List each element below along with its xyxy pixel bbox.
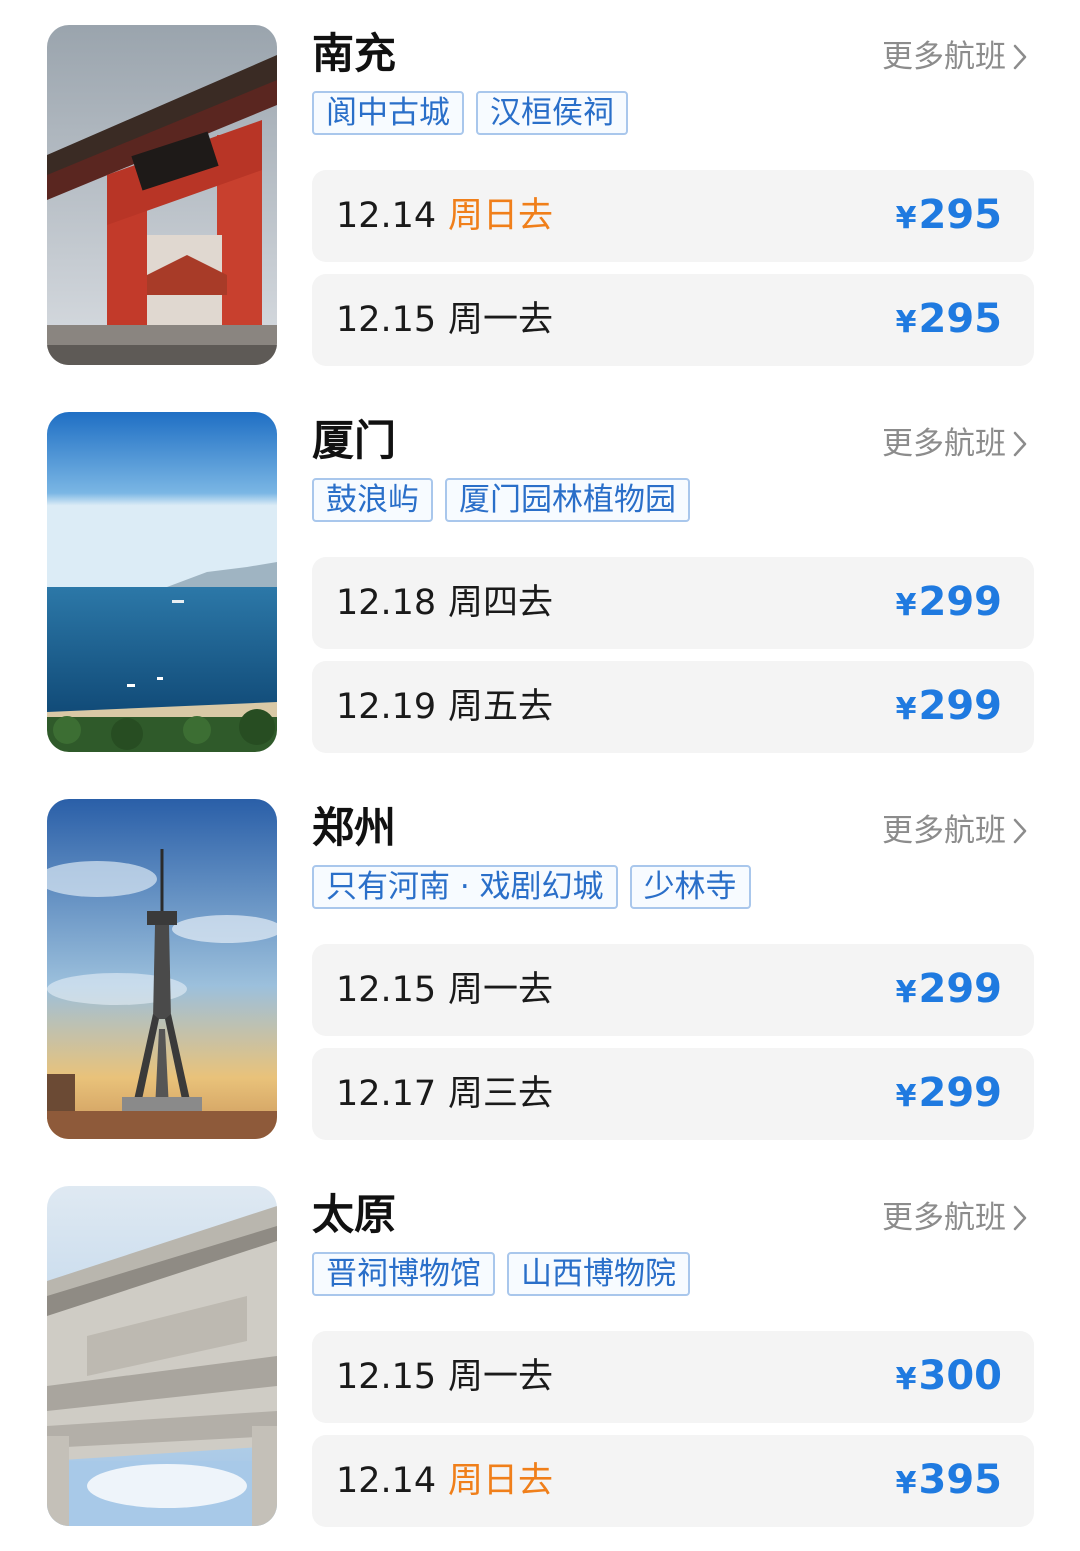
chevron-right-icon	[1013, 44, 1027, 70]
currency-symbol: ¥	[895, 201, 917, 236]
flight-price: ¥299	[896, 577, 1002, 631]
flight-option-row[interactable]: 12.18 周四去 ¥299	[312, 557, 1034, 649]
currency-symbol: ¥	[895, 1362, 917, 1397]
chevron-right-icon	[1013, 818, 1027, 844]
flight-option-row[interactable]: 12.17 周三去 ¥299	[312, 1048, 1034, 1140]
currency-symbol: ¥	[895, 1466, 917, 1501]
flight-option-row[interactable]: 12.15 周一去 ¥300	[312, 1331, 1034, 1423]
more-flights-link[interactable]: 更多航班	[882, 811, 1028, 851]
flight-date: 12.15	[336, 970, 437, 1010]
chevron-right-icon	[1013, 1205, 1027, 1231]
sea-view-image	[47, 412, 277, 752]
destination-card-taiyuan[interactable]: 太原 更多航班 晋祠博物馆 山西博物院 12.15 周一去 ¥300 12.14…	[0, 1186, 1080, 1528]
more-flights-label: 更多航班	[882, 813, 1006, 849]
flight-weekday: 周三去	[448, 1074, 554, 1114]
more-flights-link[interactable]: 更多航班	[882, 424, 1028, 464]
destination-card-nanchong[interactable]: 南充 更多航班 阆中古城 汉桓侯祠 12.14 周日去 ¥295 12.15 周…	[0, 25, 1080, 367]
currency-symbol: ¥	[895, 975, 917, 1010]
attraction-tags: 只有河南 · 戏剧幻城 少林寺	[312, 865, 751, 909]
attraction-tag[interactable]: 厦门园林植物园	[445, 478, 690, 522]
attraction-tag[interactable]: 晋祠博物馆	[312, 1252, 495, 1296]
price-value: 299	[918, 966, 1003, 1012]
currency-symbol: ¥	[895, 692, 917, 727]
flight-option-row[interactable]: 12.15 周一去 ¥299	[312, 944, 1034, 1036]
more-flights-label: 更多航班	[882, 39, 1006, 75]
attraction-tag[interactable]: 山西博物院	[507, 1252, 690, 1296]
city-name: 郑州	[312, 803, 397, 852]
flight-weekday: 周一去	[448, 970, 554, 1010]
city-name: 南充	[312, 29, 397, 78]
flight-option-row[interactable]: 12.15 周一去 ¥295	[312, 274, 1034, 366]
destination-card-xiamen[interactable]: 厦门 更多航班 鼓浪屿 厦门园林植物园 12.18 周四去 ¥299 12.19…	[0, 412, 1080, 754]
flight-date: 12.17	[336, 1074, 437, 1114]
destination-photo[interactable]	[47, 1186, 277, 1526]
price-value: 299	[918, 1070, 1003, 1116]
flight-weekday: 周五去	[448, 687, 554, 727]
more-flights-label: 更多航班	[882, 1200, 1006, 1236]
price-value: 395	[918, 1457, 1003, 1503]
flight-date: 12.14	[336, 196, 437, 236]
attraction-tag[interactable]: 少林寺	[629, 865, 751, 909]
tv-tower-image	[47, 799, 277, 1139]
flight-weekday: 周一去	[448, 1357, 554, 1397]
price-value: 295	[918, 192, 1003, 238]
flight-price: ¥299	[896, 1068, 1002, 1122]
currency-symbol: ¥	[895, 1079, 917, 1114]
attraction-tags: 晋祠博物馆 山西博物院	[312, 1252, 690, 1296]
attraction-tag[interactable]: 汉桓侯祠	[476, 91, 628, 135]
flight-date: 12.14	[336, 1461, 437, 1501]
attraction-tag[interactable]: 鼓浪屿	[312, 478, 433, 522]
flight-weekday: 周四去	[448, 583, 554, 623]
currency-symbol: ¥	[895, 305, 917, 340]
flight-option-row[interactable]: 12.14 周日去 ¥395	[312, 1435, 1034, 1527]
flight-date: 12.15	[336, 300, 437, 340]
price-value: 300	[918, 1353, 1003, 1399]
destination-list: 南充 更多航班 阆中古城 汉桓侯祠 12.14 周日去 ¥295 12.15 周…	[0, 0, 1080, 1551]
stone-arch-image	[47, 1186, 277, 1526]
chevron-right-icon	[1013, 431, 1027, 457]
attraction-tag[interactable]: 只有河南 · 戏剧幻城	[312, 865, 618, 909]
flight-date: 12.19	[336, 687, 437, 727]
flight-date: 12.15	[336, 1357, 437, 1397]
price-value: 299	[918, 683, 1003, 729]
flight-weekday: 周日去	[448, 196, 554, 236]
flight-price: ¥299	[896, 681, 1002, 735]
flight-option-row[interactable]: 12.19 周五去 ¥299	[312, 661, 1034, 753]
flight-price: ¥295	[896, 294, 1002, 348]
flight-price: ¥300	[896, 1351, 1002, 1405]
price-value: 295	[918, 296, 1003, 342]
currency-symbol: ¥	[895, 588, 917, 623]
price-value: 299	[918, 579, 1003, 625]
attraction-tags: 鼓浪屿 厦门园林植物园	[312, 478, 690, 522]
flight-price: ¥299	[896, 964, 1002, 1018]
red-gate-image	[47, 25, 277, 365]
flight-price: ¥395	[896, 1455, 1002, 1509]
flight-option-row[interactable]: 12.14 周日去 ¥295	[312, 170, 1034, 262]
more-flights-link[interactable]: 更多航班	[882, 1198, 1028, 1238]
flight-weekday: 周日去	[448, 1461, 554, 1501]
city-name: 太原	[312, 1190, 397, 1239]
city-name: 厦门	[312, 416, 397, 465]
destination-photo[interactable]	[47, 25, 277, 365]
destination-card-zhengzhou[interactable]: 郑州 更多航班 只有河南 · 戏剧幻城 少林寺 12.15 周一去 ¥299 1…	[0, 799, 1080, 1141]
destination-photo[interactable]	[47, 412, 277, 752]
flight-date: 12.18	[336, 583, 437, 623]
more-flights-label: 更多航班	[882, 426, 1006, 462]
attraction-tag[interactable]: 阆中古城	[312, 91, 464, 135]
more-flights-link[interactable]: 更多航班	[882, 37, 1028, 77]
destination-photo[interactable]	[47, 799, 277, 1139]
attraction-tags: 阆中古城 汉桓侯祠	[312, 91, 628, 135]
flight-weekday: 周一去	[448, 300, 554, 340]
flight-price: ¥295	[896, 190, 1002, 244]
